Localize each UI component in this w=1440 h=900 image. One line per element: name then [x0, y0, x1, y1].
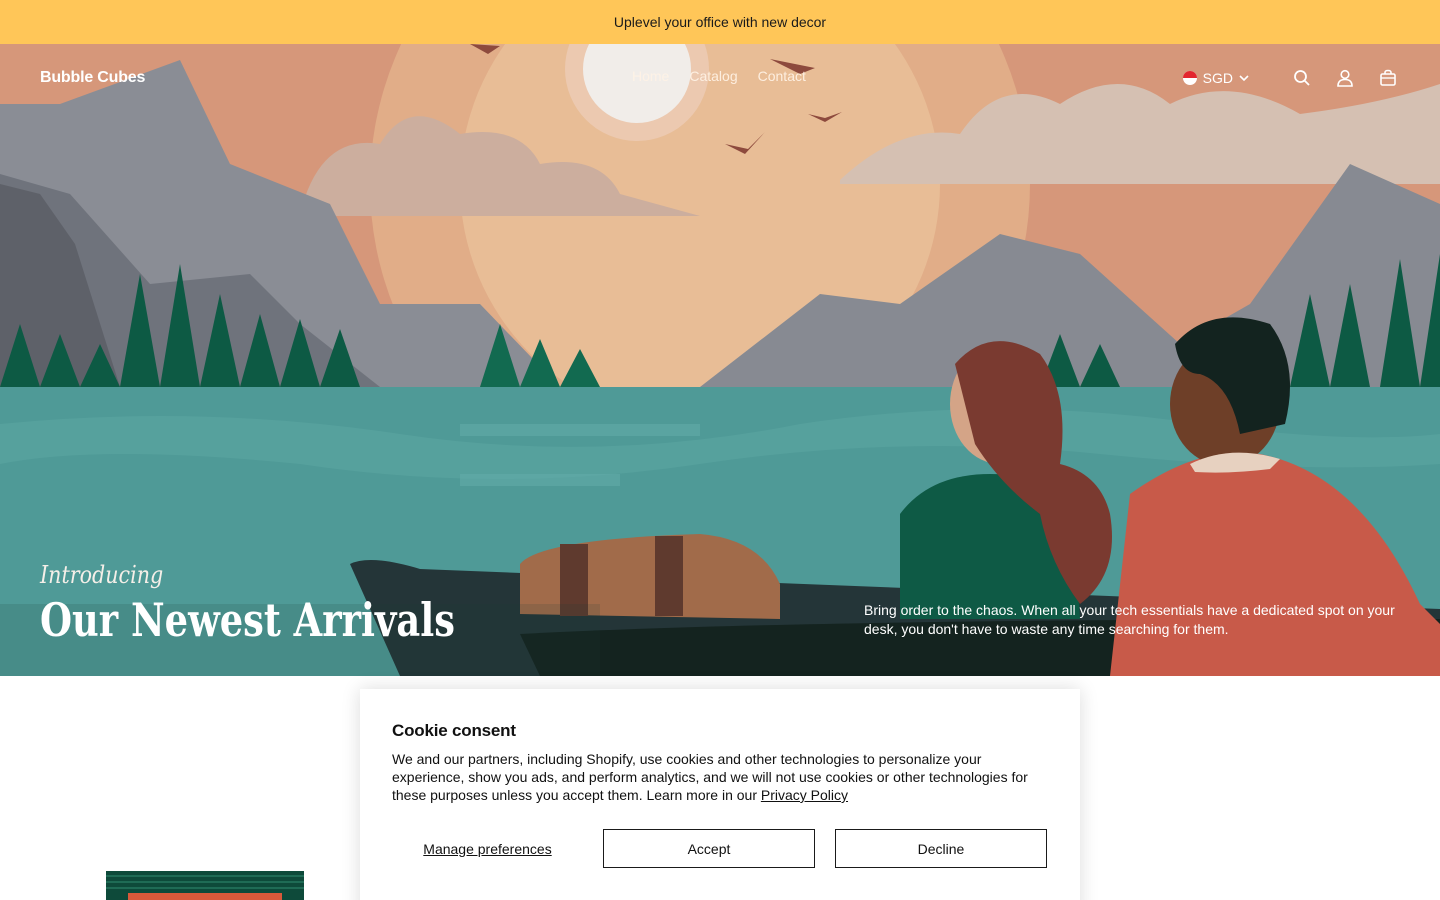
cookie-actions: Manage preferences Accept Decline — [392, 829, 1048, 868]
announcement-text: Uplevel your office with new decor — [613, 14, 827, 30]
currency-selector[interactable]: SGD — [1182, 70, 1249, 86]
header-actions: SGD — [1182, 66, 1400, 90]
cookie-title: Cookie consent — [392, 721, 516, 740]
decline-button[interactable]: Decline — [835, 829, 1047, 868]
cookie-body-text: We and our partners, including Shopify, … — [392, 751, 1028, 803]
search-icon — [1294, 70, 1310, 86]
site-header: Bubble Cubes Home Catalog Contact SGD — [0, 44, 1440, 112]
hero-heading-block: Introducing Our Newest Arrivals — [40, 560, 559, 648]
search-button[interactable] — [1290, 66, 1314, 90]
account-icon — [1337, 69, 1353, 87]
manage-preferences-button[interactable]: Manage preferences — [392, 829, 583, 868]
main-nav: Home Catalog Contact — [632, 68, 806, 84]
accept-button[interactable]: Accept — [603, 829, 815, 868]
hero-title: Our Newest Arrivals — [40, 593, 455, 647]
nav-home[interactable]: Home — [632, 68, 669, 84]
hero-description: Bring order to the chaos. When all your … — [864, 602, 1395, 637]
cart-icon — [1380, 69, 1396, 86]
nav-catalog[interactable]: Catalog — [689, 68, 737, 84]
nav-contact[interactable]: Contact — [758, 68, 806, 84]
announcement-bar: Uplevel your office with new decor — [0, 0, 1440, 44]
product-image[interactable] — [106, 871, 304, 900]
cookie-consent-dialog: Cookie consent We and our partners, incl… — [360, 689, 1080, 900]
chevron-down-icon — [1239, 75, 1249, 82]
cookie-body: We and our partners, including Shopify, … — [392, 750, 1048, 804]
cart-button[interactable] — [1376, 66, 1400, 90]
privacy-policy-link[interactable]: Privacy Policy — [761, 787, 848, 803]
brand-logo[interactable]: Bubble Cubes — [40, 69, 145, 87]
account-button[interactable] — [1333, 66, 1357, 90]
singapore-flag-icon — [1182, 71, 1197, 85]
hero-kicker: Introducing — [40, 561, 164, 589]
currency-label: SGD — [1202, 70, 1233, 86]
